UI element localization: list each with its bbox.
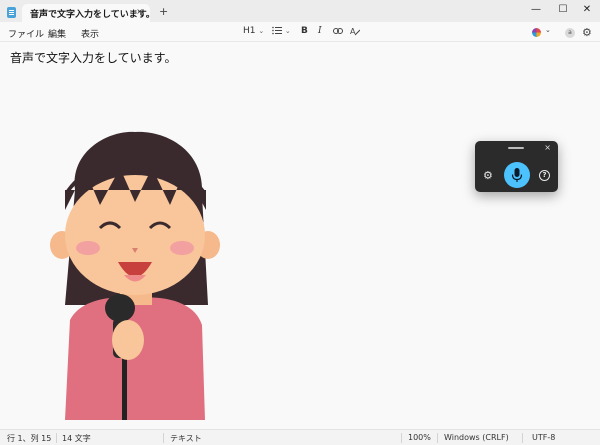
microphone-button[interactable] <box>504 162 530 188</box>
clear-formatting-icon: A <box>350 27 361 36</box>
status-divider <box>522 433 523 443</box>
list-dropdown[interactable]: ⌄ <box>272 26 291 36</box>
menu-view[interactable]: 表示 <box>81 27 99 40</box>
tab-document[interactable]: 音声で文字入力をしています。 × <box>22 4 155 22</box>
chevron-down-icon: ⌄ <box>284 27 291 35</box>
clear-formatting-button[interactable]: A <box>350 26 361 37</box>
microphone-icon <box>511 168 523 182</box>
list-icon <box>272 26 282 35</box>
status-divider <box>56 433 57 443</box>
notepad-app-icon <box>7 7 16 18</box>
settings-gear-icon[interactable]: ⚙ <box>582 26 592 39</box>
drag-handle[interactable] <box>508 147 524 149</box>
minimize-button[interactable]: — <box>529 3 543 17</box>
voice-typing-panel: × ⚙ ? <box>475 141 558 192</box>
title-bar: 音声で文字入力をしています。 × + — ☐ ✕ <box>0 0 600 22</box>
maximize-button[interactable]: ☐ <box>556 3 570 17</box>
heading-label: H1 <box>243 26 256 36</box>
zoom-level[interactable]: 100% <box>408 433 431 442</box>
help-icon[interactable]: ? <box>539 170 550 181</box>
encoding[interactable]: UTF-8 <box>532 433 555 442</box>
cursor-position: 行 1、列 15 <box>7 434 52 443</box>
status-divider <box>437 433 438 443</box>
chevron-down-icon[interactable]: ⌄ <box>545 26 551 34</box>
character-count: 14 文字 <box>62 434 91 443</box>
close-button[interactable]: ✕ <box>580 3 594 17</box>
chevron-down-icon: ⌄ <box>258 27 265 35</box>
account-avatar[interactable]: a <box>565 28 575 38</box>
heading-dropdown[interactable]: H1 ⌄ <box>243 26 264 36</box>
link-button[interactable] <box>333 26 343 36</box>
text-format[interactable]: テキスト <box>170 433 202 444</box>
tab-close-icon[interactable]: × <box>136 7 143 16</box>
status-bar: 行 1、列 15 14 文字 テキスト 100% Windows (CRLF) … <box>0 429 600 445</box>
copilot-icon[interactable] <box>532 28 541 37</box>
voice-settings-gear-icon[interactable]: ⚙ <box>483 169 493 182</box>
bold-button[interactable]: B <box>301 26 308 36</box>
line-ending[interactable]: Windows (CRLF) <box>444 433 509 442</box>
document-text[interactable]: 音声で文字入力をしています。 <box>10 49 176 66</box>
link-icon <box>333 27 343 34</box>
new-tab-button[interactable]: + <box>159 5 168 18</box>
voice-close-icon[interactable]: × <box>544 143 551 152</box>
italic-button[interactable]: I <box>318 26 322 36</box>
menu-edit[interactable]: 編集 <box>48 27 66 40</box>
menu-bar: ファイル 編集 表示 H1 ⌄ ⌄ B I A ⌄ a ⚙ <box>0 22 600 42</box>
singing-girl-illustration <box>50 131 220 420</box>
menu-file[interactable]: ファイル <box>8 27 44 40</box>
status-divider <box>401 433 402 443</box>
status-divider <box>163 433 164 443</box>
